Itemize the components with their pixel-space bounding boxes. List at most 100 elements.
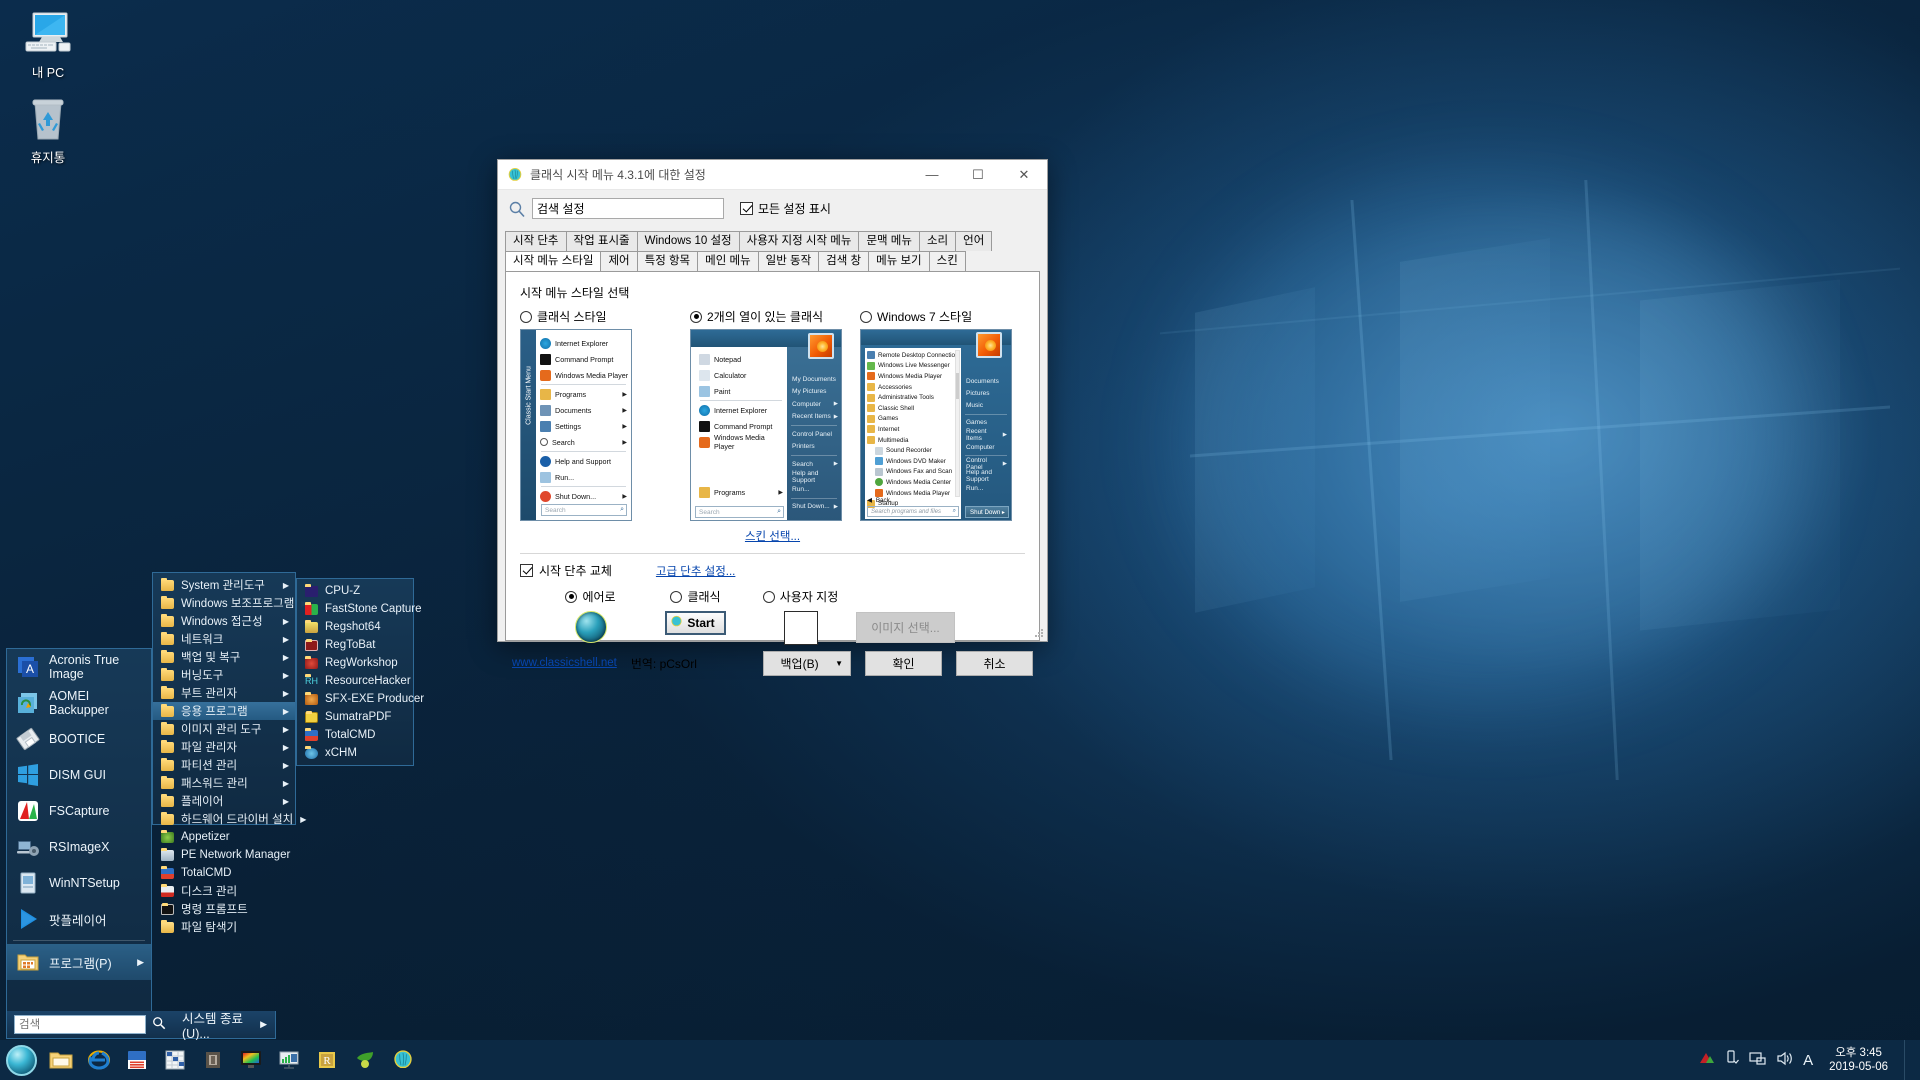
desktop-icon-recycle-bin[interactable]: 휴지통: [5, 95, 91, 165]
minimize-button[interactable]: —: [909, 160, 955, 189]
button-option-classic[interactable]: 클래식 Start: [643, 588, 748, 645]
taskbar-icon-file-explorer[interactable]: [42, 1040, 80, 1080]
classicshell-website-link[interactable]: www.classicshell.net: [512, 657, 617, 669]
start-button[interactable]: [0, 1040, 42, 1080]
tab-sound[interactable]: 소리: [918, 231, 957, 251]
button-option-aero[interactable]: 에어로: [538, 588, 643, 645]
classic-start-preview[interactable]: Start: [665, 611, 726, 635]
advanced-button-settings-link[interactable]: 고급 단추 설정...: [656, 563, 735, 579]
tab-windows10-settings[interactable]: Windows 10 설정: [636, 231, 740, 251]
radio-aero[interactable]: 에어로: [565, 588, 616, 605]
usb-eject-icon[interactable]: [1725, 1050, 1740, 1070]
submenu-item-partition-management[interactable]: 파티션 관리 ▶: [153, 756, 295, 774]
taskbar-icon-imaging-tool[interactable]: [194, 1040, 232, 1080]
app-item-totalcmd[interactable]: TotalCMD: [297, 726, 413, 744]
radio-two-column-style[interactable]: 2개의 열이 있는 클래식: [690, 308, 842, 325]
submenu-item-applications[interactable]: 응용 프로그램 ▶: [153, 702, 295, 720]
app-item-regshot64[interactable]: Regshot64: [297, 618, 413, 636]
submenu-item-image-tools[interactable]: 이미지 관리 도구 ▶: [153, 720, 295, 738]
tab-start-menu-style[interactable]: 시작 메뉴 스타일: [505, 251, 602, 271]
submenu-item-totalcmd[interactable]: TotalCMD: [153, 864, 295, 882]
submenu-item-pe-network-manager[interactable]: PE Network Manager: [153, 846, 295, 864]
start-menu-item-aomei[interactable]: AOMEI Backupper: [7, 685, 151, 721]
submenu-item-system-tools[interactable]: System 관리도구 ▶: [153, 576, 295, 594]
start-menu-item-rsimagex[interactable]: RSImageX: [7, 829, 151, 865]
app-item-sumatrapdf[interactable]: SumatraPDF: [297, 708, 413, 726]
volume-icon[interactable]: [1776, 1051, 1793, 1070]
app-item-cpu-z[interactable]: CPU-Z: [297, 582, 413, 600]
start-menu-item-bootice[interactable]: BOOTICE: [7, 721, 151, 757]
start-menu-item-acronis[interactable]: A Acronis True Image: [7, 649, 151, 685]
maximize-button[interactable]: ☐: [955, 160, 1001, 189]
taskbar-icon-regworkshop[interactable]: R: [308, 1040, 346, 1080]
button-option-custom[interactable]: 사용자 지정: [748, 588, 853, 645]
tab-main-menu[interactable]: 메인 메뉴: [697, 251, 759, 271]
taskbar-icon-leaf-app[interactable]: [346, 1040, 384, 1080]
taskbar-icon-network-monitor[interactable]: [270, 1040, 308, 1080]
tab-special-items[interactable]: 특정 항목: [636, 251, 699, 271]
settings-search-input[interactable]: [532, 198, 724, 219]
taskbar-icon-display-color[interactable]: [232, 1040, 270, 1080]
app-item-resourcehacker[interactable]: RH ResourceHacker: [297, 672, 413, 690]
show-desktop-button[interactable]: [1904, 1040, 1912, 1080]
preview-scrollbar[interactable]: [955, 350, 960, 497]
tab-language[interactable]: 언어: [955, 231, 993, 251]
style-option-two-column[interactable]: 2개의 열이 있는 클래식 Notepad Calculator Paint I…: [690, 308, 842, 521]
radio-classic-style[interactable]: 클래식 스타일: [520, 308, 672, 325]
submenu-item-file-explorer[interactable]: 파일 탐색기: [153, 918, 295, 936]
app-item-xchm[interactable]: xCHM: [297, 744, 413, 762]
start-menu-shutdown-item[interactable]: 시스템 종료(U)... ▶: [182, 1008, 275, 1041]
ime-indicator[interactable]: A: [1803, 1052, 1813, 1069]
network-icon[interactable]: [1749, 1051, 1766, 1070]
tab-menu-look[interactable]: 메뉴 보기: [868, 251, 930, 271]
submenu-item-appetizer[interactable]: Appetizer: [153, 828, 295, 846]
submenu-item-file-managers[interactable]: 파일 관리자 ▶: [153, 738, 295, 756]
show-all-settings-checkbox[interactable]: 모든 설정 표시: [740, 200, 831, 217]
desktop-icon-my-pc[interactable]: 내 PC: [5, 10, 91, 80]
style-option-windows7[interactable]: Windows 7 스타일 Remote Desktop Connection …: [860, 308, 1012, 521]
submenu-item-players[interactable]: 플레이어 ▶: [153, 792, 295, 810]
app-item-regtobat[interactable]: RegToBat: [297, 636, 413, 654]
clock[interactable]: 오후 3:45 2019-05-06: [1823, 1046, 1894, 1074]
submenu-item-driver-install[interactable]: 하드웨어 드라이버 설치 ▶: [153, 810, 306, 828]
taskbar-icon-totalcmd[interactable]: [118, 1040, 156, 1080]
aero-orb-preview[interactable]: [574, 611, 607, 643]
close-button[interactable]: ✕: [1001, 160, 1047, 189]
submenu-item-backup-restore[interactable]: 백업 및 복구 ▶: [153, 648, 295, 666]
submenu-item-command-prompt[interactable]: 명령 프롬프트: [153, 900, 295, 918]
submenu-item-password-management[interactable]: 패스워드 관리 ▶: [153, 774, 295, 792]
custom-image-preview[interactable]: [783, 611, 818, 645]
submenu-item-windows-accessories[interactable]: Windows 보조프로그램▶: [153, 594, 307, 612]
nvidia-icon[interactable]: [1699, 1051, 1715, 1069]
replace-start-button-checkbox[interactable]: 시작 단추 교체: [520, 562, 612, 579]
cancel-button[interactable]: 취소: [956, 650, 1033, 676]
style-option-classic[interactable]: 클래식 스타일 Classic Start Menu Internet Expl…: [520, 308, 672, 521]
tab-skin[interactable]: 스킨: [928, 251, 966, 271]
start-menu-item-potplayer[interactable]: 팟플레이어: [7, 901, 151, 937]
search-icon[interactable]: [152, 1016, 166, 1033]
radio-windows7-style[interactable]: Windows 7 스타일: [860, 308, 1012, 325]
tab-general-behavior[interactable]: 일반 동작: [757, 251, 820, 271]
tab-taskbar[interactable]: 작업 표시줄: [565, 231, 638, 251]
submenu-item-burning-tools[interactable]: 버닝도구 ▶: [153, 666, 295, 684]
submenu-item-windows-accessibility[interactable]: Windows 접근성 ▶: [153, 612, 295, 630]
start-menu-item-dism-gui[interactable]: DISM GUI: [7, 757, 151, 793]
start-menu-search-input[interactable]: [14, 1015, 146, 1034]
start-menu-item-fscapture[interactable]: FSCapture: [7, 793, 151, 829]
tab-context-menu[interactable]: 문맥 메뉴: [858, 231, 920, 251]
window-titlebar[interactable]: 클래식 시작 메뉴 4.3.1에 대한 설정 — ☐ ✕: [498, 160, 1047, 190]
choose-image-button[interactable]: 이미지 선택...: [856, 612, 955, 643]
radio-custom[interactable]: 사용자 지정: [762, 588, 838, 605]
taskbar-icon-internet-explorer[interactable]: [80, 1040, 118, 1080]
submenu-item-boot-manager[interactable]: 부트 관리자 ▶: [153, 684, 295, 702]
start-menu-item-winntsetup[interactable]: WinNTSetup: [7, 865, 151, 901]
resize-grip[interactable]: [1033, 627, 1045, 639]
scrollbar-thumb[interactable]: [956, 373, 959, 399]
app-item-faststone-capture[interactable]: FastStone Capture: [297, 600, 422, 618]
submenu-item-disk-management[interactable]: 디스크 관리: [153, 882, 295, 900]
app-item-regworkshop[interactable]: RegWorkshop: [297, 654, 413, 672]
taskbar-icon-classic-shell[interactable]: [384, 1040, 422, 1080]
radio-classic-button[interactable]: 클래식: [670, 588, 721, 605]
submenu-item-network[interactable]: 네트워크 ▶: [153, 630, 295, 648]
ok-button[interactable]: 확인: [865, 650, 942, 676]
